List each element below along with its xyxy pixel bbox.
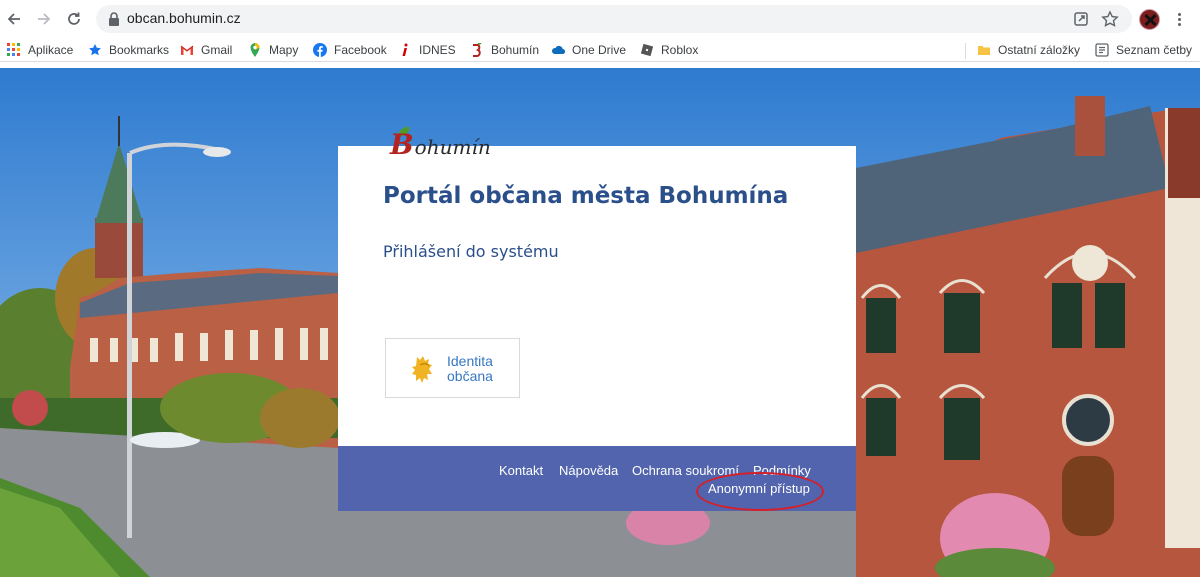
identity-label: Identita občana [447,354,493,384]
bookmark-label: One Drive [572,43,627,57]
bookmark-label: Seznam četby [1116,43,1193,57]
bookmark-label: Bohumín [491,43,540,57]
menu-button[interactable] [1170,9,1188,29]
bookmark-label: Mapy [269,43,299,57]
bookmark-label: Gmail [201,43,233,57]
maps-pin-icon [248,43,262,57]
bookmark-facebook[interactable]: Facebook [313,42,387,58]
browser-toolbar: obcan.bohumin.cz [0,0,1200,38]
bookmark-label: Roblox [661,43,699,57]
logo-text: ohumín [414,135,491,159]
bookmark-onedrive[interactable]: One Drive [551,42,626,58]
bookmark-gmail[interactable]: Gmail [180,42,232,58]
back-button[interactable] [2,7,26,31]
forward-button[interactable] [32,7,56,31]
reload-button[interactable] [62,7,86,31]
bookmark-bookmarks[interactable]: Bookmarks [88,42,169,58]
bookmark-bohumin[interactable]: Bohumín [470,42,539,58]
bookmark-label: Facebook [334,43,387,57]
highlight-oval [696,472,824,511]
folder-icon [977,43,991,57]
bookmarks-divider [965,43,966,59]
bookmark-label: IDNES [419,43,456,57]
star-icon [88,43,102,57]
identity-line-1: Identita [447,353,493,369]
gmail-icon [180,43,194,57]
bookmark-aplikace[interactable]: Aplikace [7,42,73,58]
browser-window: obcan.bohumin.cz Aplikace Bookmarks Gmai… [0,0,1200,577]
reading-list-button[interactable]: Seznam četby [1095,42,1192,58]
bookmark-label: Aplikace [28,43,74,57]
footer-link-napoveda[interactable]: Nápověda [559,463,618,478]
page-title: Portál občana města Bohumína [383,183,789,209]
bookmark-idnes[interactable]: IDNES [398,42,456,58]
url-text: obcan.bohumin.cz [127,10,241,26]
profile-avatar[interactable] [1139,9,1160,30]
lock-icon [109,12,119,26]
login-heading: Přihlášení do systému [383,242,559,261]
address-bar[interactable]: obcan.bohumin.cz [96,5,1132,33]
logo-letter: B [390,128,414,161]
reading-list-icon [1095,43,1109,57]
czech-lion-icon [412,356,432,383]
bookmark-label: Ostatní záložky [998,43,1081,57]
bookmark-label: Bookmarks [109,43,170,57]
reload-icon [68,12,80,25]
idnes-icon [398,43,412,57]
arrow-right-icon [38,13,51,25]
share-icon[interactable] [1072,10,1090,28]
identita-obcana-login-button[interactable]: Identita občana [385,338,520,398]
bohumin-icon [470,42,484,57]
identity-line-2: občana [447,368,493,384]
other-bookmarks-folder[interactable]: Ostatní záložky [977,42,1080,58]
bohumin-logo: B ohumín [390,131,491,161]
facebook-icon [313,43,327,57]
footer-link-kontakt[interactable]: Kontakt [499,463,543,478]
apps-grid-icon [7,43,21,57]
bookmark-mapy[interactable]: Mapy [248,42,298,58]
roblox-icon [640,43,654,57]
bookmark-roblox[interactable]: Roblox [640,42,698,58]
onedrive-cloud-icon [551,43,566,57]
web-page [0,68,1200,577]
bookmarks-bar: Aplikace Bookmarks Gmail Mapy Facebook I… [0,38,1200,62]
bookmark-star-icon[interactable] [1101,10,1119,28]
arrow-left-icon [7,13,20,25]
